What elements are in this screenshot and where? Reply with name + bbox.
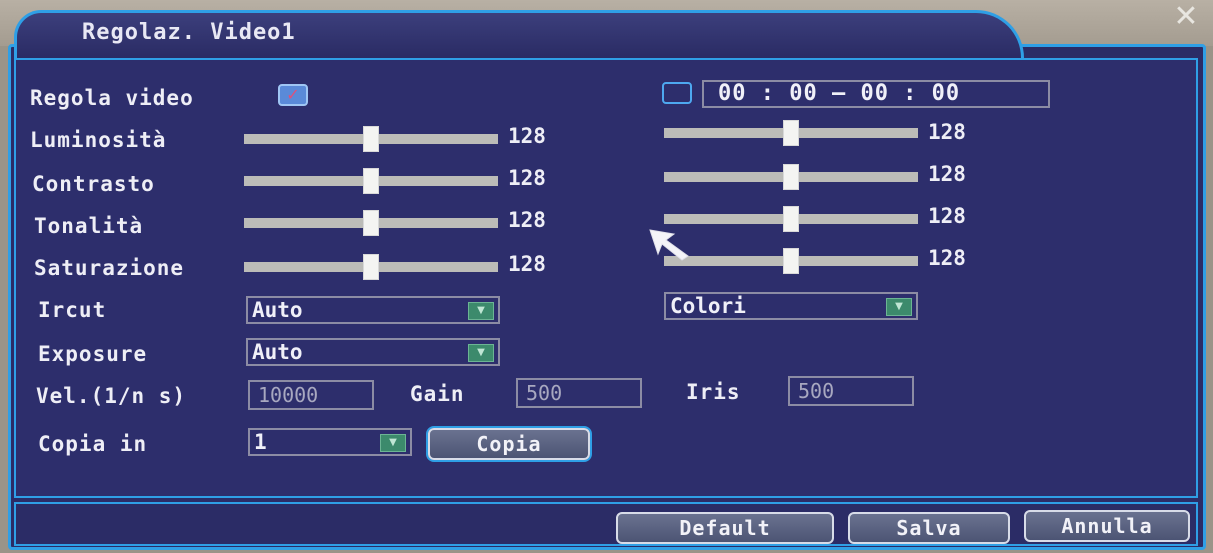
saturazione-slider[interactable] <box>244 254 498 280</box>
copy-to-select[interactable]: 1 ▼ <box>248 428 412 456</box>
contrasto-label: Contrasto <box>32 172 155 196</box>
window-title: Regolaz. Video1 <box>82 20 296 45</box>
luminosita-schedule-slider[interactable] <box>664 120 918 146</box>
saturazione-value: 128 <box>508 252 546 276</box>
shutter-label: Vel.(1/n s) <box>36 384 187 408</box>
tonalita-slider[interactable] <box>244 210 498 236</box>
mouse-pointer-icon <box>649 229 689 261</box>
tonalita-label: Tonalità <box>34 214 144 238</box>
exposure-value: Auto <box>252 340 303 364</box>
iris-input[interactable]: 500 <box>788 376 914 406</box>
gain-input[interactable]: 500 <box>516 378 642 408</box>
regola-video-label: Regola video <box>30 86 194 110</box>
contrasto-slider[interactable] <box>244 168 498 194</box>
schedule-checkbox[interactable] <box>662 82 692 104</box>
color-mode-value: Colori <box>670 294 746 318</box>
ircut-label: Ircut <box>38 298 107 322</box>
chevron-down-icon[interactable]: ▼ <box>468 302 494 320</box>
saturazione-label: Saturazione <box>34 256 185 280</box>
ircut-value: Auto <box>252 298 303 322</box>
slider-handle[interactable] <box>363 210 379 236</box>
saturazione-schedule-value: 128 <box>928 246 966 270</box>
gain-label: Gain <box>410 382 465 406</box>
chevron-down-icon[interactable]: ▼ <box>380 434 406 452</box>
saturazione-schedule-slider[interactable] <box>664 248 918 274</box>
copy-button[interactable]: Copia <box>428 428 590 460</box>
tonalita-schedule-slider[interactable] <box>664 206 918 232</box>
slider-handle[interactable] <box>783 206 799 232</box>
regola-video-checkbox[interactable]: ✓ <box>278 84 308 106</box>
check-icon: ✓ <box>286 85 300 104</box>
close-icon[interactable]: ✕ <box>1168 2 1204 32</box>
schedule-time-range[interactable]: 00 : 00 — 00 : 00 <box>702 80 1050 108</box>
footer-bar <box>14 502 1198 546</box>
slider-handle[interactable] <box>783 248 799 274</box>
tonalita-value: 128 <box>508 208 546 232</box>
exposure-label: Exposure <box>38 342 148 366</box>
default-button[interactable]: Default <box>616 512 834 544</box>
iris-label: Iris <box>686 380 741 404</box>
luminosita-value: 128 <box>508 124 546 148</box>
copy-to-value: 1 <box>254 430 267 454</box>
slider-handle[interactable] <box>363 168 379 194</box>
color-mode-select[interactable]: Colori ▼ <box>664 292 918 320</box>
slider-handle[interactable] <box>783 164 799 190</box>
copy-to-label: Copia in <box>38 432 148 456</box>
shutter-input[interactable]: 10000 <box>248 380 374 410</box>
luminosita-slider[interactable] <box>244 126 498 152</box>
chevron-down-icon[interactable]: ▼ <box>468 344 494 362</box>
chevron-down-icon[interactable]: ▼ <box>886 298 912 316</box>
contrasto-schedule-slider[interactable] <box>664 164 918 190</box>
contrasto-schedule-value: 128 <box>928 162 966 186</box>
slider-handle[interactable] <box>363 126 379 152</box>
luminosita-schedule-value: 128 <box>928 120 966 144</box>
luminosita-label: Luminosità <box>30 128 167 152</box>
cancel-button[interactable]: Annulla <box>1024 510 1190 542</box>
contrasto-value: 128 <box>508 166 546 190</box>
tonalita-schedule-value: 128 <box>928 204 966 228</box>
slider-handle[interactable] <box>783 120 799 146</box>
settings-panel <box>14 58 1198 498</box>
ircut-select[interactable]: Auto ▼ <box>246 296 500 324</box>
exposure-select[interactable]: Auto ▼ <box>246 338 500 366</box>
slider-handle[interactable] <box>363 254 379 280</box>
save-button[interactable]: Salva <box>848 512 1010 544</box>
